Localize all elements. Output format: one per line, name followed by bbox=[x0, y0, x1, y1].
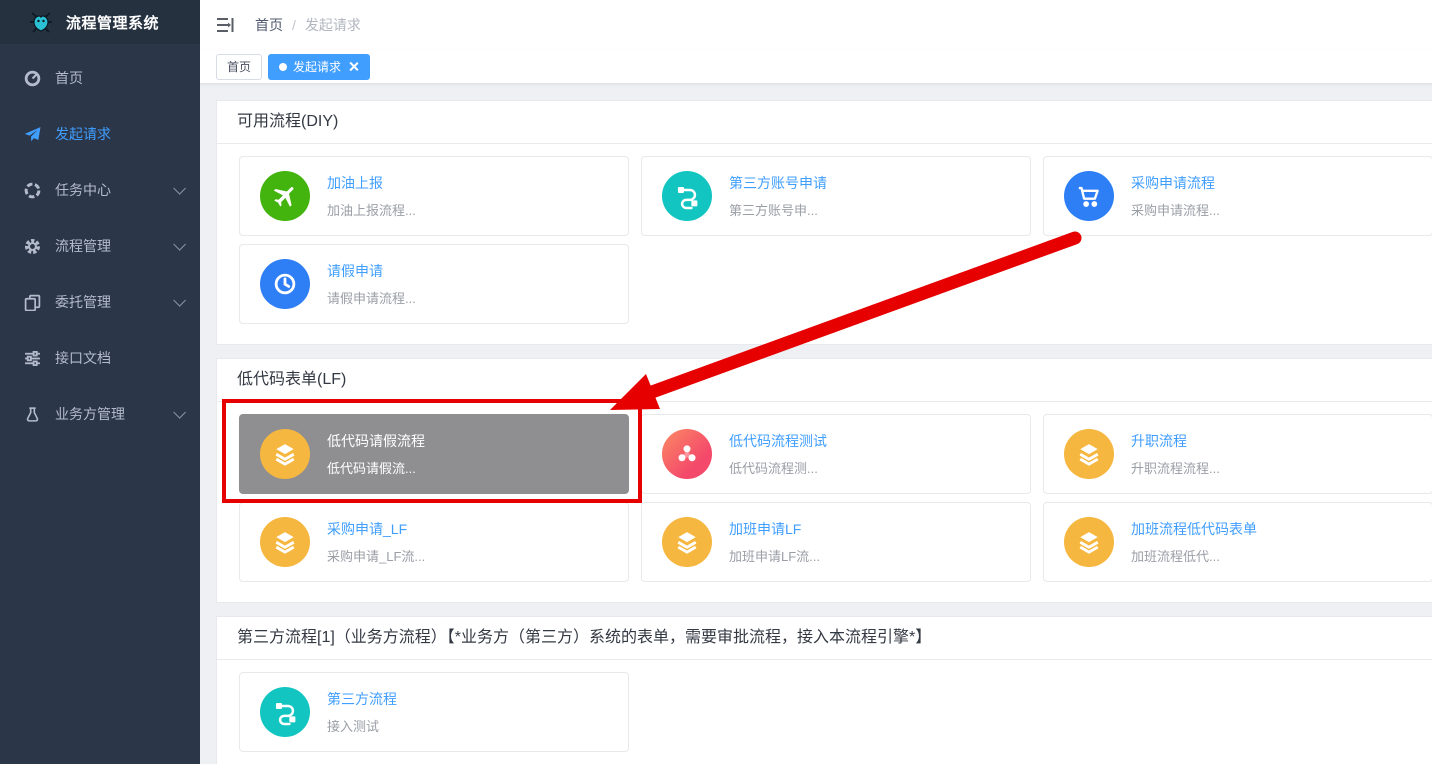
process-desc: 加油上报流程... bbox=[327, 200, 416, 219]
chevron-down-icon bbox=[173, 294, 186, 307]
process-card-lowcode-leave[interactable]: 低代码请假流程低代码请假流... bbox=[239, 414, 629, 494]
process-card-third-party-process[interactable]: 第三方流程接入测试 bbox=[239, 672, 629, 752]
chevron-down-icon bbox=[173, 238, 186, 251]
sliders-icon bbox=[24, 350, 41, 367]
sidebar-item-initiate-request[interactable]: 发起请求 bbox=[0, 106, 200, 162]
process-name: 采购申请_LF bbox=[327, 519, 425, 539]
app-title: 流程管理系统 bbox=[66, 12, 159, 33]
process-desc: 加班申请LF流... bbox=[729, 546, 820, 565]
sidebar-item-label: 接口文档 bbox=[55, 348, 182, 368]
sidebar-fold-icon[interactable] bbox=[215, 14, 237, 36]
cart-icon bbox=[1064, 171, 1114, 221]
active-dot-icon bbox=[279, 63, 287, 71]
process-name: 采购申请流程 bbox=[1131, 173, 1220, 193]
layers-icon bbox=[1064, 517, 1114, 567]
process-desc: 升职流程流程... bbox=[1131, 458, 1220, 477]
breadcrumb-current: 发起请求 bbox=[305, 15, 361, 35]
sidebar-item-label: 委托管理 bbox=[55, 292, 173, 312]
sidebar-item-label: 任务中心 bbox=[55, 180, 173, 200]
process-desc: 采购申请流程... bbox=[1131, 200, 1220, 219]
sidebar-item-task-center[interactable]: 任务中心 bbox=[0, 162, 200, 218]
tab-label: 首页 bbox=[227, 58, 251, 75]
copy-icon bbox=[24, 294, 41, 311]
process-card-leave-request[interactable]: 请假申请请假申请流程... bbox=[239, 244, 629, 324]
main-area: 首页 / 发起请求 首页 发起请求 可用流程(DIY) 加油上报加油上报流程..… bbox=[200, 0, 1432, 764]
section-available-processes: 可用流程(DIY) 加油上报加油上报流程... 第三方账号申请第三方账号申... bbox=[216, 100, 1432, 345]
process-name: 第三方流程 bbox=[327, 689, 397, 709]
clock-icon bbox=[260, 259, 310, 309]
task-center-icon bbox=[24, 182, 41, 199]
process-card-overtime-lowcode-form[interactable]: 加班流程低代码表单加班流程低代... bbox=[1043, 502, 1432, 582]
process-desc: 加班流程低代... bbox=[1131, 546, 1257, 565]
layers-icon bbox=[260, 517, 310, 567]
sidebar-item-label: 首页 bbox=[55, 68, 182, 88]
process-card-lowcode-test[interactable]: 低代码流程测试低代码流程测... bbox=[641, 414, 1031, 494]
breadcrumb: 首页 / 发起请求 bbox=[255, 15, 361, 35]
tab-label: 发起请求 bbox=[293, 58, 341, 75]
sidebar-item-business-party-management[interactable]: 业务方管理 bbox=[0, 386, 200, 442]
process-name: 低代码流程测试 bbox=[729, 431, 827, 451]
layers-icon bbox=[260, 429, 310, 479]
sidebar-item-label: 流程管理 bbox=[55, 236, 173, 256]
app-logo-row: 流程管理系统 bbox=[0, 0, 200, 44]
chevron-down-icon bbox=[173, 182, 186, 195]
sidebar-item-home[interactable]: 首页 bbox=[0, 50, 200, 106]
topbar: 首页 / 发起请求 bbox=[200, 0, 1432, 50]
layers-icon bbox=[1064, 429, 1114, 479]
process-card-refuel-report[interactable]: 加油上报加油上报流程... bbox=[239, 156, 629, 236]
gear-icon bbox=[24, 238, 41, 255]
process-name: 加班申请LF bbox=[729, 519, 820, 539]
send-icon bbox=[24, 126, 41, 143]
process-desc: 请假申请流程... bbox=[327, 288, 416, 307]
process-name: 加班流程低代码表单 bbox=[1131, 519, 1257, 539]
process-desc: 采购申请_LF流... bbox=[327, 546, 425, 565]
sidebar-item-process-management[interactable]: 流程管理 bbox=[0, 218, 200, 274]
breadcrumb-home[interactable]: 首页 bbox=[255, 15, 283, 35]
sidebar: 流程管理系统 首页 发起请求 任务中心 流程管理 bbox=[0, 0, 200, 764]
section-lowcode-forms: 低代码表单(LF) 低代码请假流程低代码请假流... 低代码流程测试低代码流程测… bbox=[216, 358, 1432, 603]
sidebar-item-api-docs[interactable]: 接口文档 bbox=[0, 330, 200, 386]
process-name: 第三方账号申请 bbox=[729, 173, 827, 193]
sidebar-menu: 首页 发起请求 任务中心 流程管理 委托管理 bbox=[0, 44, 200, 442]
molecule-icon bbox=[662, 429, 712, 479]
route-icon bbox=[662, 171, 712, 221]
tag-view-bar: 首页 发起请求 bbox=[200, 50, 1432, 84]
process-name: 低代码请假流程 bbox=[327, 431, 425, 451]
flask-icon bbox=[24, 406, 41, 423]
content-area: 可用流程(DIY) 加油上报加油上报流程... 第三方账号申请第三方账号申... bbox=[200, 84, 1432, 764]
section-third-party-processes: 第三方流程[1]（业务方流程）【*业务方（第三方）系统的表单，需要审批流程，接入… bbox=[216, 616, 1432, 764]
sidebar-item-label: 业务方管理 bbox=[55, 404, 173, 424]
section-title: 第三方流程[1]（业务方流程）【*业务方（第三方）系统的表单，需要审批流程，接入… bbox=[217, 617, 1432, 660]
tab-initiate-request[interactable]: 发起请求 bbox=[268, 54, 370, 80]
process-desc: 第三方账号申... bbox=[729, 200, 827, 219]
card-grid: 第三方流程接入测试 bbox=[217, 660, 1432, 764]
process-card-third-party-account[interactable]: 第三方账号申请第三方账号申... bbox=[641, 156, 1031, 236]
process-desc: 低代码请假流... bbox=[327, 458, 425, 477]
process-card-overtime-lf[interactable]: 加班申请LF 加班申请LF流... bbox=[641, 502, 1031, 582]
process-desc: 低代码流程测... bbox=[729, 458, 827, 477]
close-icon[interactable] bbox=[348, 61, 359, 72]
sidebar-item-delegation-management[interactable]: 委托管理 bbox=[0, 274, 200, 330]
dashboard-icon bbox=[24, 70, 41, 87]
section-title: 低代码表单(LF) bbox=[217, 359, 1432, 402]
route-icon bbox=[260, 687, 310, 737]
process-name: 请假申请 bbox=[327, 261, 416, 281]
process-desc: 接入测试 bbox=[327, 716, 397, 735]
section-title: 可用流程(DIY) bbox=[217, 101, 1432, 144]
tab-home[interactable]: 首页 bbox=[216, 54, 262, 80]
process-card-purchase-lf[interactable]: 采购申请_LF 采购申请_LF流... bbox=[239, 502, 629, 582]
process-name: 加油上报 bbox=[327, 173, 416, 193]
plane-icon bbox=[260, 171, 310, 221]
sidebar-item-label: 发起请求 bbox=[55, 124, 182, 144]
process-name: 升职流程 bbox=[1131, 431, 1220, 451]
process-card-promotion[interactable]: 升职流程升职流程流程... bbox=[1043, 414, 1432, 494]
process-card-purchase-request[interactable]: 采购申请流程采购申请流程... bbox=[1043, 156, 1432, 236]
bug-logo-icon bbox=[28, 9, 54, 35]
breadcrumb-separator: / bbox=[292, 17, 296, 33]
chevron-down-icon bbox=[173, 406, 186, 419]
card-grid: 加油上报加油上报流程... 第三方账号申请第三方账号申... 采购申请流程采购申… bbox=[217, 144, 1432, 344]
card-grid: 低代码请假流程低代码请假流... 低代码流程测试低代码流程测... 升职流程升职… bbox=[217, 402, 1432, 602]
layers-icon bbox=[662, 517, 712, 567]
